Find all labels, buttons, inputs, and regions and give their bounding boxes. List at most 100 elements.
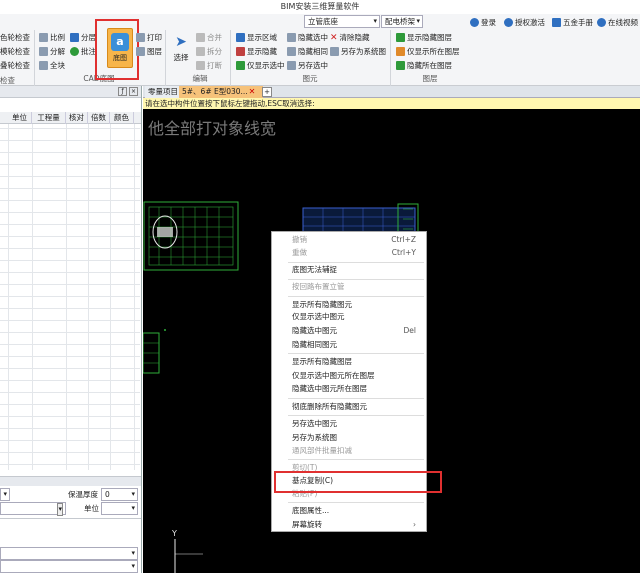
- table-row[interactable]: [0, 176, 140, 177]
- table-row[interactable]: [0, 380, 140, 381]
- component-type-value: 立管底座: [308, 17, 338, 26]
- clear-hidden-button[interactable]: ✕ 清除隐藏: [330, 32, 386, 43]
- table-row[interactable]: [0, 296, 140, 297]
- split-button[interactable]: 拆分: [196, 46, 222, 57]
- table-row[interactable]: [0, 356, 140, 357]
- table-row[interactable]: [0, 320, 140, 321]
- menu-item-show-all-hidden[interactable]: 显示所有隐藏图元: [292, 300, 352, 310]
- table-row[interactable]: [0, 260, 140, 261]
- table-row[interactable]: [0, 332, 140, 333]
- table-row[interactable]: [0, 416, 140, 417]
- break-label: 打断: [207, 61, 222, 70]
- table-row[interactable]: [0, 308, 140, 309]
- menu-item-save-as-system[interactable]: 另存为系统图: [292, 433, 337, 443]
- table-row[interactable]: [0, 188, 140, 189]
- layer-hide-icon: [396, 61, 405, 70]
- table-row[interactable]: [0, 284, 140, 285]
- system-type-select[interactable]: 配电桥架 ▾: [381, 15, 423, 28]
- insulation-select[interactable]: 0 ▾: [101, 488, 138, 501]
- menu-item-redo[interactable]: 重做: [292, 248, 307, 258]
- table-row[interactable]: [0, 272, 140, 273]
- col-quantity[interactable]: 工程量: [32, 112, 66, 124]
- tab-project[interactable]: 零量项目: [145, 86, 181, 98]
- table-row[interactable]: [0, 344, 140, 345]
- property-select-3[interactable]: ▾: [0, 547, 138, 560]
- login-button[interactable]: 登录: [470, 17, 496, 28]
- menu-item-base-snap-off[interactable]: 底图无法辅捉: [292, 265, 337, 275]
- divider: [390, 30, 391, 90]
- menu-separator: [288, 296, 424, 297]
- model-check-button[interactable]: 模轮检查: [0, 46, 34, 57]
- hide-layer-button[interactable]: 隐藏所在图层: [396, 60, 460, 71]
- table-row[interactable]: [0, 164, 140, 165]
- menu-item-hide-selected-layer[interactable]: 隐藏选中图元所在图层: [292, 384, 367, 394]
- manual-button[interactable]: 五金手册: [552, 17, 593, 28]
- menu-item-show-hidden-layers[interactable]: 显示所有隐藏图层: [292, 357, 352, 367]
- menu-item-show-selected-layer[interactable]: 仅显示选中图元所在图层: [292, 371, 375, 381]
- menu-item-undo[interactable]: 撤销: [292, 235, 307, 245]
- explode-icon: [39, 47, 48, 56]
- table-row[interactable]: [0, 128, 140, 129]
- show-selected-only-button[interactable]: 仅显示选中: [236, 60, 285, 71]
- col-check[interactable]: 核对: [66, 112, 88, 124]
- menu-item-vent-batch-deduct[interactable]: 通风部件批量扣减: [292, 446, 352, 456]
- show-only-layer-button[interactable]: 仅显示所在图层: [396, 46, 460, 57]
- hide-selected-button[interactable]: 隐藏选中: [287, 32, 328, 43]
- table-row[interactable]: [0, 464, 140, 465]
- menu-item-base-properties[interactable]: 底图属性...: [292, 506, 329, 516]
- table-row[interactable]: [0, 452, 140, 453]
- overlap-check-button[interactable]: 叠轮检查: [0, 60, 34, 71]
- table-row[interactable]: [0, 440, 140, 441]
- color-check-button[interactable]: 色轮检查: [0, 32, 34, 43]
- close-icon[interactable]: ×: [129, 87, 138, 96]
- print-label: 打印: [147, 33, 162, 42]
- col-color[interactable]: 颜色: [110, 112, 134, 124]
- menu-item-show-selected-only[interactable]: 仅显示选中图元: [292, 312, 345, 322]
- table-row[interactable]: [0, 140, 140, 141]
- new-tab-icon[interactable]: +: [262, 87, 272, 97]
- activate-button[interactable]: 授权激活: [504, 17, 545, 28]
- close-tab-icon[interactable]: ✕: [247, 87, 257, 97]
- break-button[interactable]: 打断: [196, 60, 222, 71]
- menu-item-hide-same[interactable]: 隐藏相同图元: [292, 340, 337, 350]
- show-area-button[interactable]: 显示区域: [236, 32, 285, 43]
- col-unit[interactable]: 单位: [8, 112, 32, 124]
- table-row[interactable]: [0, 428, 140, 429]
- group-elements-col2: 隐藏选中 隐藏相同 另存选中: [287, 32, 328, 71]
- table-row[interactable]: [0, 368, 140, 369]
- show-hidden-layers-button[interactable]: 显示隐藏图层: [396, 32, 460, 43]
- menu-item-riser-by-loop[interactable]: 按回路布置立管: [292, 282, 345, 292]
- table-row[interactable]: [0, 248, 140, 249]
- menu-item-delete-all-hidden[interactable]: 彻底删除所有隐藏图元: [292, 402, 367, 412]
- table-row[interactable]: [0, 404, 140, 405]
- layer-button[interactable]: 图层: [136, 46, 162, 57]
- select-tool-button[interactable]: ➤ 选择: [170, 34, 192, 63]
- menu-item-save-selected[interactable]: 另存选中图元: [292, 419, 337, 429]
- pin-icon[interactable]: ƒ: [118, 87, 127, 96]
- property-select-1[interactable]: ▾: [0, 488, 10, 501]
- save-selected-button[interactable]: 另存选中: [287, 60, 328, 71]
- merge-button[interactable]: 合并: [196, 32, 222, 43]
- table-row[interactable]: [0, 152, 140, 153]
- show-only-layer-label: 仅显示所在图层: [407, 47, 460, 56]
- component-type-select[interactable]: 立管底座 ▾: [304, 15, 380, 28]
- table-row[interactable]: [0, 392, 140, 393]
- show-hidden-button[interactable]: 显示隐藏: [236, 46, 285, 57]
- comment-icon: [70, 47, 79, 56]
- menu-item-hide-selected[interactable]: 隐藏选中图元: [292, 326, 337, 336]
- print-button[interactable]: 打印: [136, 32, 162, 43]
- table-row[interactable]: [0, 236, 140, 237]
- print-icon: [136, 33, 145, 42]
- video-button[interactable]: 在线视频: [597, 17, 638, 28]
- unit-select[interactable]: ▾: [101, 502, 138, 515]
- menu-item-screen-rotate[interactable]: 屏幕旋转: [292, 520, 322, 530]
- property-select-4[interactable]: ▾: [0, 560, 138, 573]
- save-icon: [287, 61, 296, 70]
- property-input-2[interactable]: ▾: [0, 502, 66, 516]
- table-row[interactable]: [0, 224, 140, 225]
- col-multiplier[interactable]: 倍数: [88, 112, 110, 124]
- table-row[interactable]: [0, 212, 140, 213]
- table-row[interactable]: [0, 200, 140, 201]
- hide-same-button[interactable]: 隐藏相同: [287, 46, 328, 57]
- save-as-system-button[interactable]: 另存为系统图: [330, 46, 386, 57]
